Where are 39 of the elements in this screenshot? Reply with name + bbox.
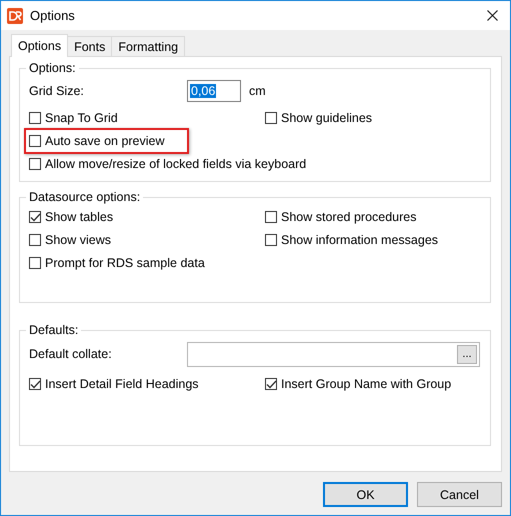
checkbox-box[interactable] bbox=[265, 211, 277, 223]
group-title: Datasource options: bbox=[28, 190, 142, 204]
checkbox[interactable]: Show tables bbox=[29, 208, 114, 226]
checkbox-box[interactable] bbox=[265, 112, 277, 124]
field-label: Grid Size: bbox=[29, 84, 85, 98]
checkbox-box[interactable] bbox=[29, 158, 41, 170]
browse-button[interactable]: ... bbox=[457, 344, 477, 364]
field-value: 0,06 bbox=[190, 84, 216, 98]
checkbox[interactable]: Insert Detail Field Headings bbox=[29, 375, 199, 393]
checkbox-box[interactable] bbox=[29, 211, 41, 223]
checkbox[interactable]: Insert Group Name with Group bbox=[265, 375, 452, 393]
checkbox[interactable]: Show stored procedures bbox=[265, 208, 416, 226]
checkbox-box[interactable] bbox=[29, 234, 41, 246]
checkbox-box[interactable] bbox=[29, 112, 41, 124]
tab[interactable]: Options bbox=[11, 34, 68, 57]
checkbox[interactable]: Allow move/resize of locked fields via keyboard bbox=[29, 155, 306, 173]
checkbox-box[interactable] bbox=[265, 234, 277, 246]
checkbox[interactable]: Prompt for RDS sample data bbox=[29, 254, 205, 272]
dialog-button[interactable]: OK bbox=[323, 482, 408, 507]
checkbox[interactable]: Auto save on preview bbox=[29, 132, 165, 150]
dialog-button[interactable]: Cancel bbox=[417, 482, 502, 507]
window-title: Options bbox=[30, 8, 76, 23]
checkbox[interactable]: Show views bbox=[29, 231, 111, 249]
field-label: Default collate: bbox=[29, 347, 113, 361]
checkbox-box[interactable] bbox=[29, 378, 41, 390]
checkbox[interactable]: Show information messages bbox=[265, 231, 438, 249]
checkbox-box[interactable] bbox=[265, 378, 277, 390]
checkbox-box[interactable] bbox=[29, 257, 41, 269]
group-title: Defaults: bbox=[28, 323, 80, 337]
checkbox-box[interactable] bbox=[29, 135, 41, 147]
close-icon[interactable] bbox=[487, 10, 498, 21]
checkbox[interactable]: Show guidelines bbox=[265, 109, 372, 127]
unit-label: cm bbox=[249, 84, 266, 98]
collate-field[interactable]: ... bbox=[187, 342, 480, 366]
app-logo-icon bbox=[7, 8, 23, 24]
checkbox[interactable]: Snap To Grid bbox=[29, 109, 118, 127]
group-title: Options: bbox=[28, 61, 77, 75]
tab[interactable]: Formatting bbox=[111, 36, 186, 56]
grid-size-field[interactable]: 0,06 bbox=[187, 80, 241, 102]
